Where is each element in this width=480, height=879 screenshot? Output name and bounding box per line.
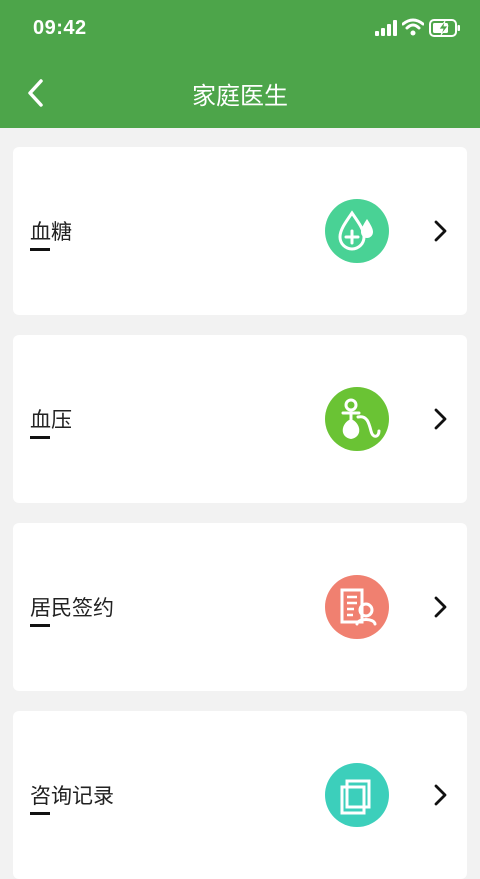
menu-card-label: 咨询记录	[30, 784, 114, 808]
blood-drop-plus-icon	[325, 199, 389, 263]
building-doctor-icon	[325, 575, 389, 639]
chevron-right-icon	[434, 220, 447, 242]
menu-card-label: 居民签约	[30, 596, 114, 620]
wifi-icon	[402, 18, 424, 36]
battery-charging-icon	[429, 19, 460, 37]
status-time: 09:42	[33, 17, 87, 39]
menu-card-blood-sugar[interactable]: 血糖	[13, 147, 467, 315]
label-underline	[30, 248, 50, 251]
menu-card-resident-signing[interactable]: 居民签约	[13, 523, 467, 691]
menu-card-blood-pressure[interactable]: 血压	[13, 335, 467, 503]
page-title: 家庭医生	[192, 82, 288, 110]
label-underline	[30, 436, 50, 439]
chevron-right-icon	[434, 408, 447, 430]
menu-card-consultation-records[interactable]: 咨询记录	[13, 711, 467, 879]
app-header: 09:42 家庭医生	[0, 0, 480, 128]
records-icon	[325, 763, 389, 827]
label-underline	[30, 624, 50, 627]
status-bar: 09:42	[0, 0, 480, 58]
menu-card-label: 血压	[30, 408, 72, 432]
label-underline	[30, 812, 50, 815]
chevron-right-icon	[434, 784, 447, 806]
cellular-signal-icon	[375, 20, 397, 36]
menu-card-label: 血糖	[30, 220, 72, 244]
chevron-right-icon	[434, 596, 447, 618]
blood-pressure-cuff-icon	[325, 387, 389, 451]
